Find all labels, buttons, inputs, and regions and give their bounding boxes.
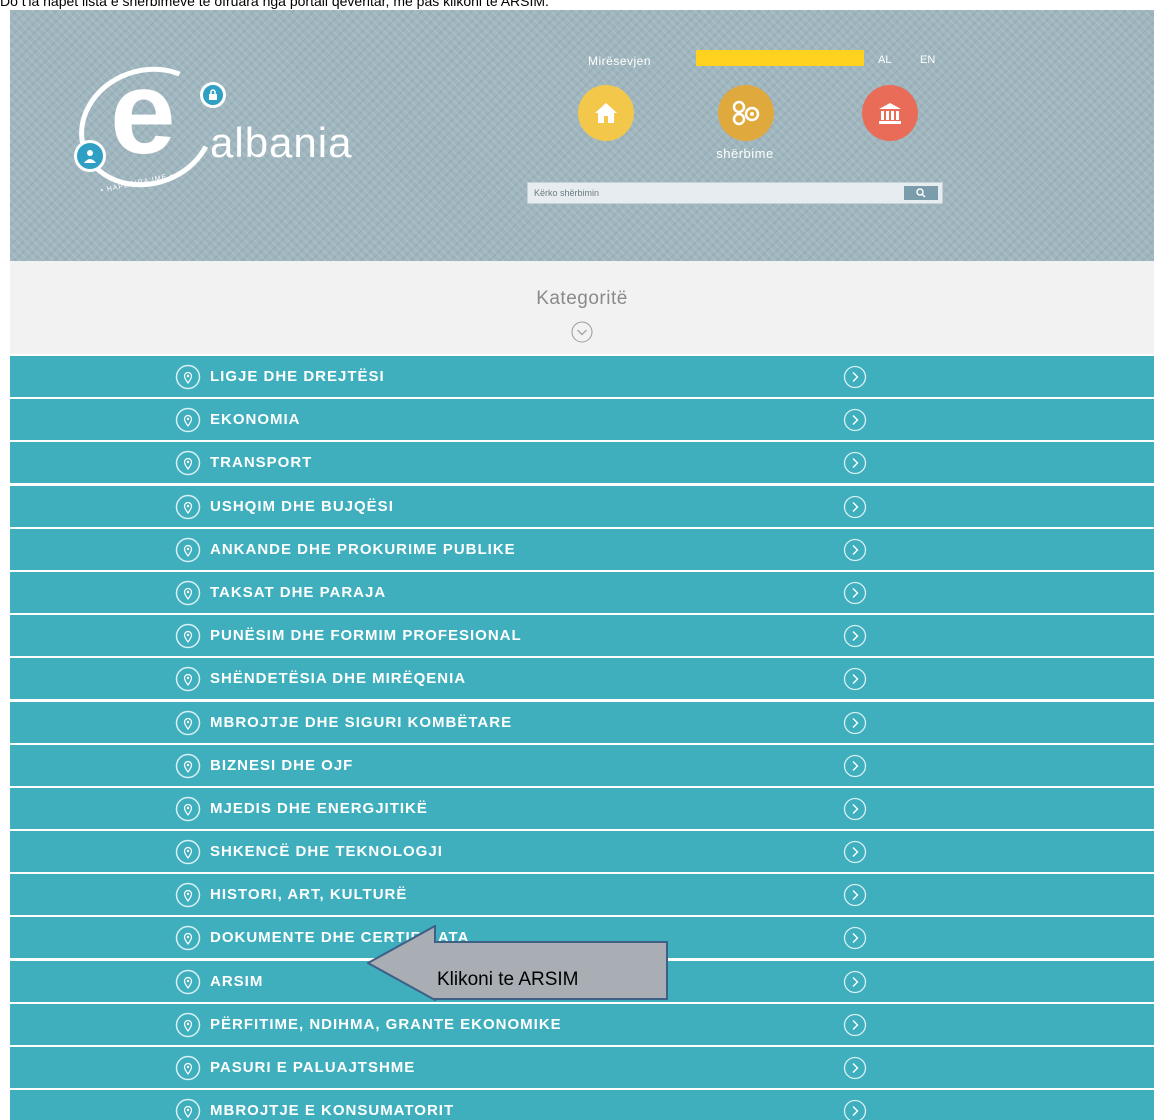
logo-letter: e bbox=[110, 47, 176, 179]
category-label: MBROJTJE DHE SIGURI KOMBËTARE bbox=[210, 713, 513, 731]
search-input[interactable] bbox=[534, 186, 894, 200]
category-label: PUNËSIM DHE FORMIM PROFESIONAL bbox=[210, 627, 522, 645]
callout-text: Klikoni te ARSIM bbox=[437, 969, 579, 990]
category-label: SHKENCË DHE TEKNOLOGJI bbox=[210, 843, 443, 861]
category-row[interactable]: PASURI E PALUAJTSHME bbox=[10, 1047, 1154, 1088]
category-row[interactable]: MBROJTJE E KONSUMATORIT bbox=[10, 1090, 1154, 1120]
category-row[interactable]: USHQIM DHE BUJQËSI bbox=[10, 485, 1154, 527]
search-bar bbox=[527, 182, 943, 204]
category-label: BIZNESI DHE OJF bbox=[210, 756, 354, 774]
location-pin-icon bbox=[175, 796, 201, 822]
portal-header: e albania • HAPËSIRA IME • Mirësevjen AL… bbox=[10, 10, 1154, 261]
chevron-right-icon[interactable] bbox=[843, 1099, 867, 1120]
location-pin-icon bbox=[175, 753, 201, 778]
search-icon bbox=[916, 188, 926, 198]
category-label: USHQIM DHE BUJQËSI bbox=[210, 497, 394, 515]
location-pin-icon bbox=[175, 710, 201, 735]
category-label: LIGJE DHE DREJTËSI bbox=[210, 368, 385, 385]
chevron-right-icon[interactable] bbox=[843, 970, 867, 994]
lang-al-link[interactable]: AL bbox=[878, 54, 891, 66]
location-pin-icon bbox=[175, 839, 201, 865]
location-pin-icon bbox=[175, 1012, 201, 1038]
chevron-right-icon[interactable] bbox=[843, 624, 867, 648]
category-label: HISTORI, ART, KULTURË bbox=[210, 886, 408, 904]
location-pin-icon bbox=[175, 580, 201, 606]
category-row[interactable]: PËRFITIME, NDIHMA, GRANTE EKONOMIKE bbox=[10, 1003, 1154, 1045]
category-label: ANKANDE DHE PROKURIME PUBLIKE bbox=[210, 540, 516, 558]
chevron-right-icon[interactable] bbox=[843, 408, 867, 432]
category-label: PËRFITIME, NDIHMA, GRANTE EKONOMIKE bbox=[210, 1015, 562, 1033]
location-pin-icon bbox=[175, 623, 201, 649]
logo-word: albania bbox=[210, 119, 353, 166]
category-row[interactable]: PUNËSIM DHE FORMIM PROFESIONAL bbox=[10, 615, 1154, 657]
chevron-right-icon[interactable] bbox=[843, 840, 867, 864]
chevron-right-icon[interactable] bbox=[843, 754, 867, 778]
category-row[interactable]: MBROJTJE DHE SIGURI KOMBËTARE bbox=[10, 701, 1154, 743]
location-pin-icon bbox=[175, 1055, 201, 1081]
category-list: LIGJE DHE DREJTËSI EKONOMIA TRANSPORT USHQI… bbox=[10, 356, 1154, 1120]
category-row[interactable]: BIZNESI DHE OJF bbox=[10, 744, 1154, 786]
search-button[interactable] bbox=[904, 186, 938, 200]
location-pin-icon bbox=[175, 494, 201, 519]
services-label: shërbime bbox=[716, 146, 774, 161]
category-label: TAKSAT DHE PARAJA bbox=[210, 583, 387, 601]
category-row[interactable]: MJEDIS DHE ENERGJITIKË bbox=[10, 787, 1154, 829]
chevron-right-icon[interactable] bbox=[843, 797, 867, 821]
category-row[interactable]: SHKENCË DHE TEKNOLOGJI bbox=[10, 831, 1154, 873]
chevron-right-icon[interactable] bbox=[843, 883, 867, 907]
category-label: EKONOMIA bbox=[210, 411, 301, 429]
location-pin-icon bbox=[175, 926, 201, 951]
location-pin-icon bbox=[175, 537, 201, 562]
user-icon bbox=[74, 140, 106, 172]
chevron-right-icon[interactable] bbox=[843, 365, 867, 389]
categories-header: Kategoritë bbox=[10, 261, 1154, 354]
redacted-username bbox=[696, 50, 864, 66]
category-label: TRANSPORT bbox=[210, 454, 313, 472]
location-pin-icon bbox=[175, 364, 201, 390]
category-row[interactable]: SHËNDETËSIA DHE MIRËQENIA bbox=[10, 658, 1154, 700]
services-gears-icon bbox=[732, 100, 760, 126]
home-icon bbox=[595, 103, 617, 123]
location-pin-icon bbox=[175, 407, 201, 433]
category-label: MBROJTJE E KONSUMATORIT bbox=[210, 1102, 455, 1120]
category-row[interactable]: EKONOMIA bbox=[10, 399, 1154, 441]
category-row[interactable]: TAKSAT DHE PARAJA bbox=[10, 571, 1154, 613]
category-row[interactable]: TRANSPORT bbox=[10, 442, 1154, 484]
location-pin-icon bbox=[175, 667, 201, 692]
chevron-right-icon[interactable] bbox=[843, 711, 867, 735]
category-label: ARSIM bbox=[210, 972, 264, 990]
category-row[interactable]: HISTORI, ART, KULTURË bbox=[10, 874, 1154, 916]
category-row[interactable]: LIGJE DHE DREJTËSI bbox=[10, 356, 1154, 397]
chevron-right-icon[interactable] bbox=[843, 926, 867, 950]
institution-icon bbox=[879, 103, 901, 124]
location-pin-icon bbox=[175, 1098, 201, 1120]
category-label: MJEDIS DHE ENERGJITIKË bbox=[210, 799, 428, 817]
lock-icon bbox=[200, 82, 226, 108]
chevron-right-icon[interactable] bbox=[843, 451, 867, 475]
location-pin-icon bbox=[175, 883, 201, 908]
chevron-right-icon[interactable] bbox=[843, 581, 867, 605]
category-label: PASURI E PALUAJTSHME bbox=[210, 1059, 416, 1076]
location-pin-icon bbox=[175, 451, 201, 476]
chevron-right-icon[interactable] bbox=[843, 495, 867, 519]
welcome-text: Mirësevjen bbox=[588, 54, 652, 68]
category-label: SHËNDETËSIA DHE MIRËQENIA bbox=[210, 670, 467, 688]
chevron-right-icon[interactable] bbox=[843, 538, 867, 562]
chevron-right-icon[interactable] bbox=[843, 1056, 867, 1080]
chevron-down-icon[interactable] bbox=[571, 321, 593, 343]
home-button[interactable] bbox=[578, 85, 634, 141]
instruction-text: Do t'ia hapet lista e shërbimeve të ofru… bbox=[0, 0, 549, 9]
chevron-right-icon[interactable] bbox=[843, 1013, 867, 1037]
e-albania-logo[interactable]: e albania • HAPËSIRA IME • bbox=[61, 47, 370, 207]
category-row[interactable]: ANKANDE DHE PROKURIME PUBLIKE bbox=[10, 528, 1154, 570]
institutions-button[interactable] bbox=[862, 85, 918, 141]
location-pin-icon bbox=[175, 969, 201, 994]
services-button[interactable] bbox=[718, 85, 774, 141]
chevron-right-icon[interactable] bbox=[843, 667, 867, 691]
lang-en-link[interactable]: EN bbox=[920, 54, 935, 66]
categories-title: Kategoritë bbox=[536, 288, 628, 309]
